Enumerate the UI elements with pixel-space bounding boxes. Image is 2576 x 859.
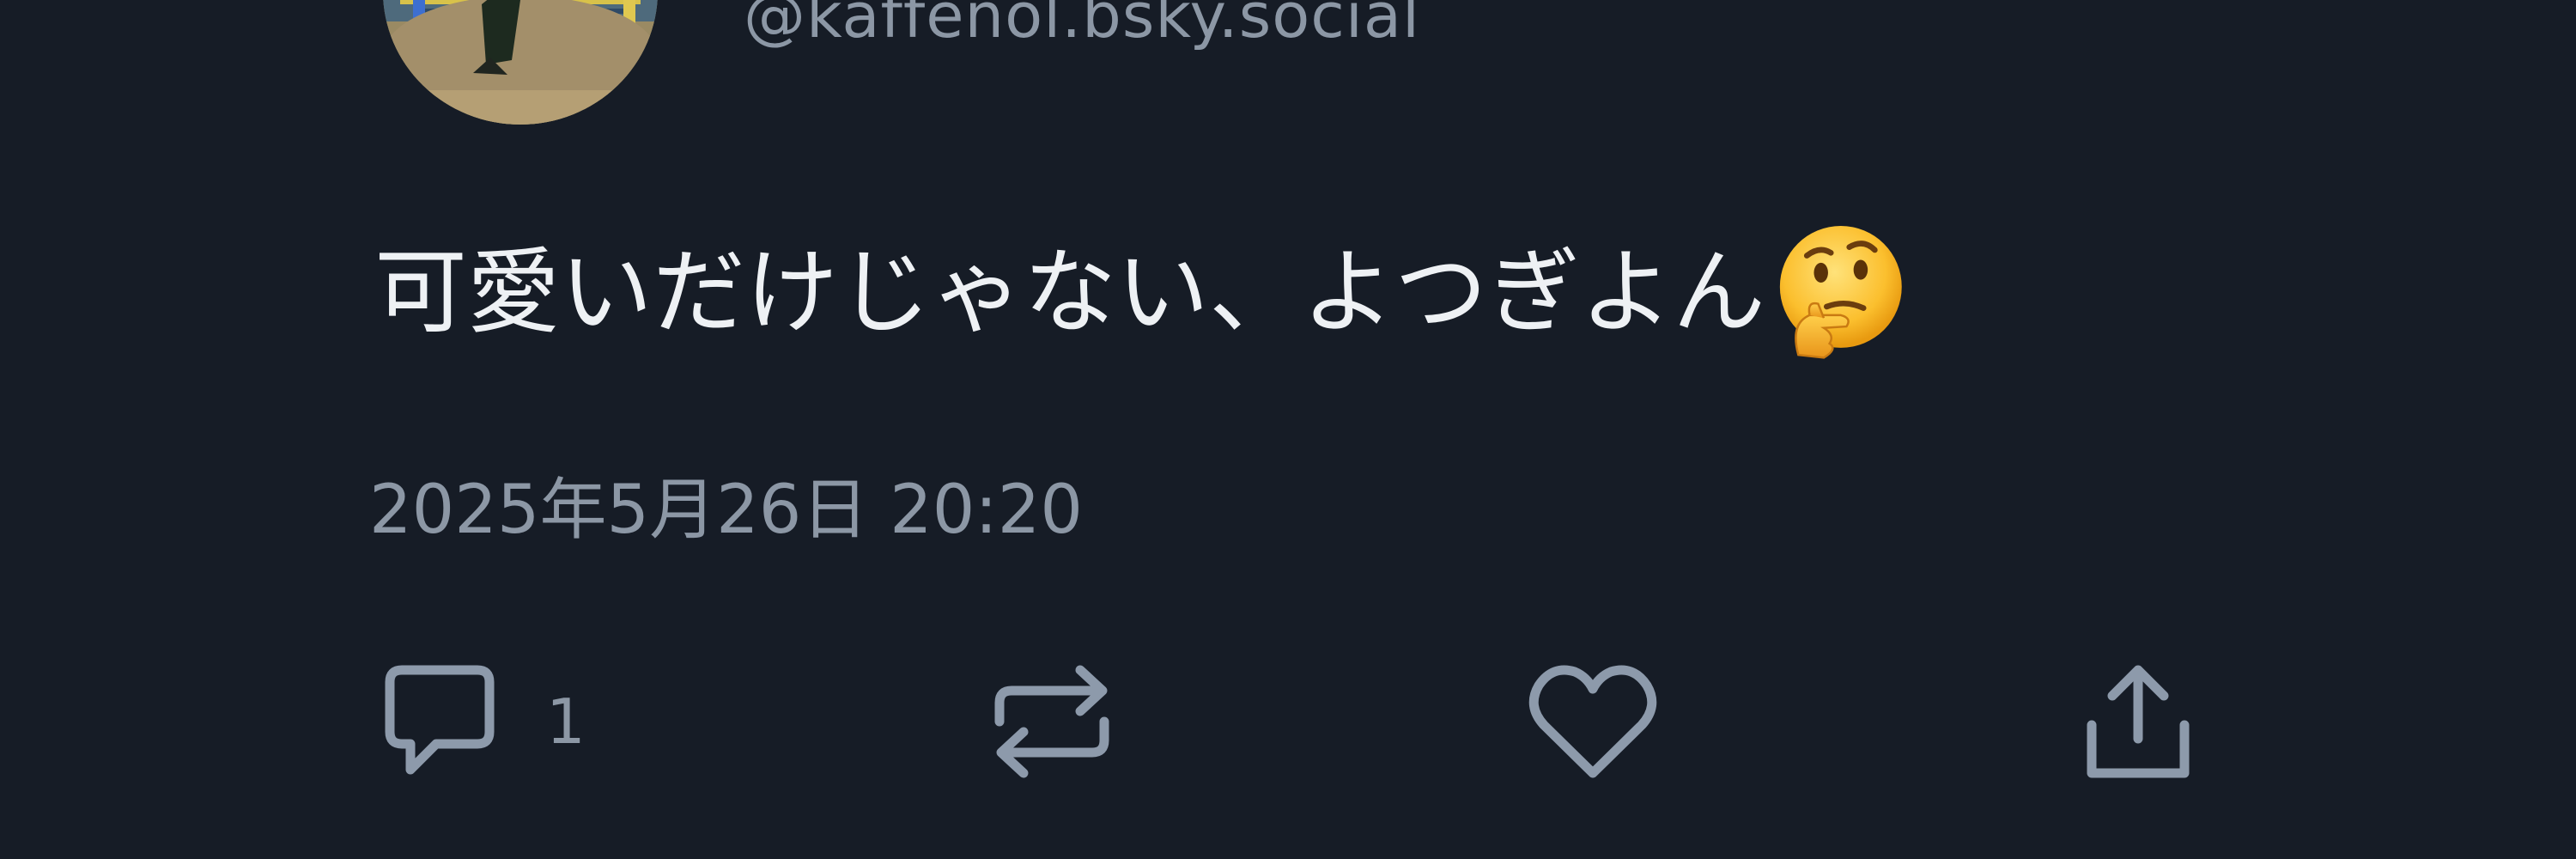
author-handle[interactable]: @kaffenol.bsky.social [744,0,1420,46]
post-timestamp[interactable]: 2025年5月26日 20:20 [369,474,1083,546]
post-text: 可愛いだけじゃない、よつぎよん [374,239,1766,347]
like-button[interactable] [1520,653,1666,790]
heart-icon [1528,665,1657,778]
author-avatar[interactable] [383,0,658,125]
thinking-face-emoji-icon [1767,222,1909,363]
avatar-photo [383,0,658,125]
repost-icon [994,665,1109,778]
repost-button[interactable] [979,653,1125,790]
post-action-bar: 1 [0,653,2576,807]
reply-button[interactable]: 1 [371,653,586,790]
post-detail: @kaffenol.bsky.social 可愛いだけじゃない、よつぎよん 20… [0,0,2576,859]
reply-icon [385,665,495,775]
reply-count: 1 [546,685,586,758]
post-body: 可愛いだけじゃない、よつぎよん [374,225,1909,363]
share-button[interactable] [2069,653,2207,790]
share-icon [2087,665,2190,778]
